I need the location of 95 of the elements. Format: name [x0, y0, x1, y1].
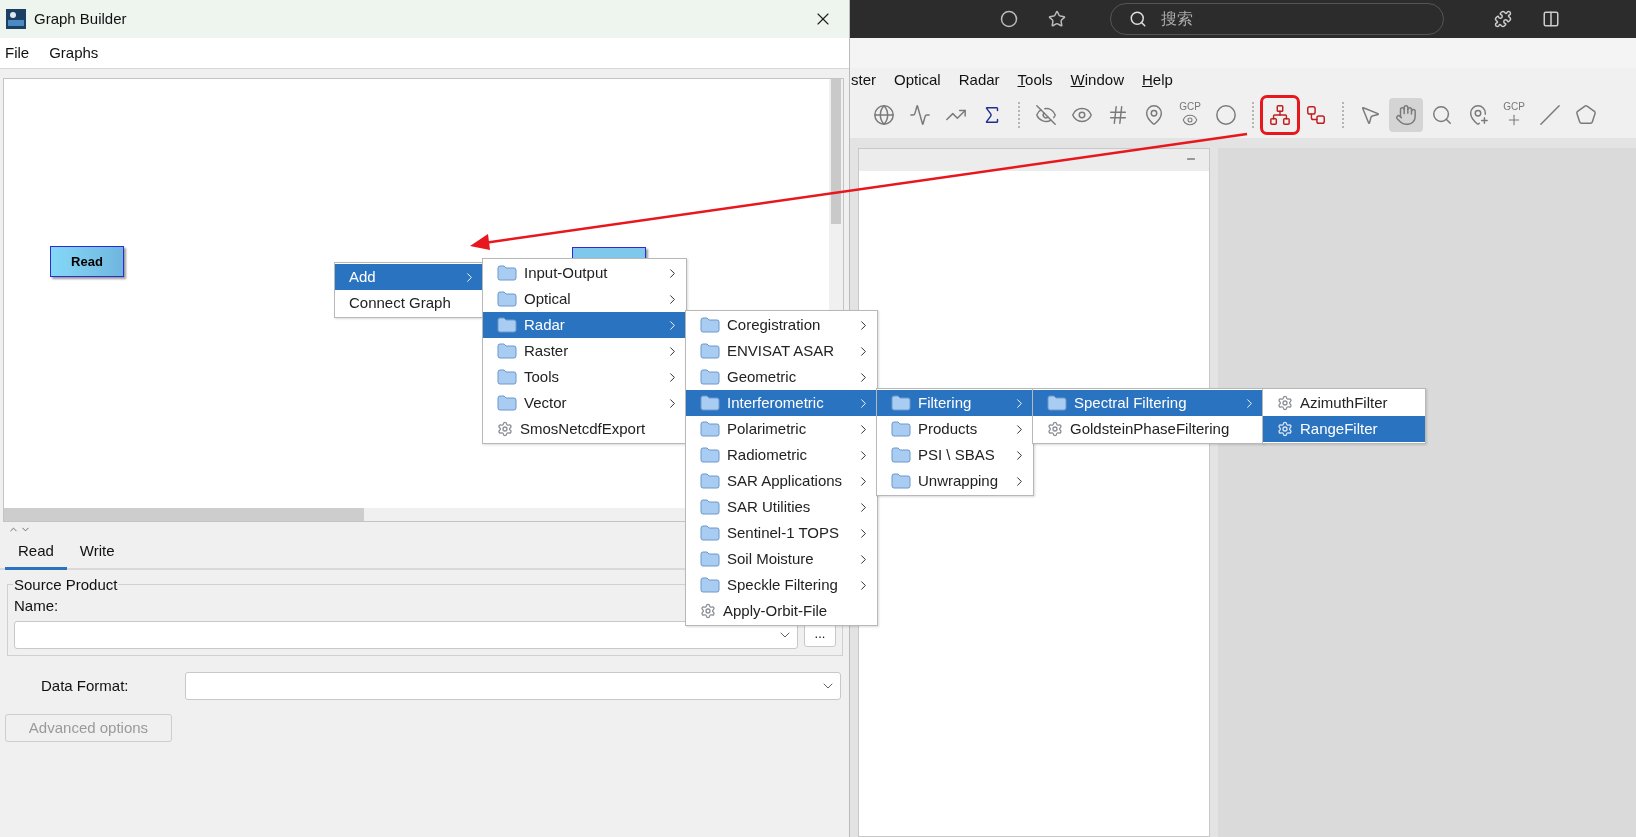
- menu-item[interactable]: ENVISAT ASAR: [686, 338, 877, 364]
- grid-icon: [1107, 104, 1129, 126]
- hand-icon: [1395, 104, 1417, 126]
- workflow-icon: [1305, 104, 1327, 126]
- pin-icon: [1143, 104, 1165, 126]
- menu-item[interactable]: Radar: [483, 312, 686, 338]
- pin-add-icon: [1467, 104, 1489, 126]
- menu-item[interactable]: Add: [335, 264, 483, 290]
- menu-item[interactable]: Spectral Filtering: [1033, 390, 1263, 416]
- menu-item[interactable]: Apply-Orbit-File: [686, 598, 877, 624]
- menu-item[interactable]: SAR Applications: [686, 468, 877, 494]
- line-icon: [1539, 104, 1561, 126]
- folder-icon: [891, 395, 911, 411]
- menu-item[interactable]: Filtering: [877, 390, 1033, 416]
- eye-off-icon: [1035, 104, 1057, 126]
- menu-title[interactable]: Tools: [1017, 68, 1053, 92]
- folder-icon: [700, 317, 720, 333]
- folder-icon: [700, 447, 720, 463]
- graph-node[interactable]: Read: [50, 246, 124, 277]
- folder-icon: [497, 343, 517, 359]
- menu-item[interactable]: Radiometric: [686, 442, 877, 468]
- folder-icon: [497, 395, 517, 411]
- menu-item[interactable]: Input-Output: [483, 260, 686, 286]
- menu-title[interactable]: Graphs: [49, 41, 99, 65]
- menu-title[interactable]: Help: [1141, 68, 1173, 92]
- menu-item[interactable]: Soil Moisture: [686, 546, 877, 572]
- menu-item[interactable]: Raster: [483, 338, 686, 364]
- folder-icon: [497, 291, 517, 307]
- menu-item[interactable]: Coregistration: [686, 312, 877, 338]
- folder-icon: [891, 421, 911, 437]
- field-label: Name:: [14, 597, 59, 615]
- menu-item[interactable]: RangeFilter: [1263, 416, 1425, 442]
- menu-title[interactable]: Optical: [894, 68, 941, 92]
- tab[interactable]: Read: [5, 536, 67, 570]
- folder-icon: [700, 499, 720, 515]
- folder-icon: [891, 473, 911, 489]
- menu-item[interactable]: Products: [877, 416, 1033, 442]
- menu-item[interactable]: Geometric: [686, 364, 877, 390]
- menu-title[interactable]: File: [5, 41, 30, 65]
- folder-icon: [700, 395, 720, 411]
- menu-item[interactable]: SmosNetcdfExport: [483, 416, 686, 442]
- menu-item[interactable]: PSI \ SBAS: [877, 442, 1033, 468]
- menu-item[interactable]: AzimuthFilter: [1263, 390, 1425, 416]
- menu-title[interactable]: Window: [1070, 68, 1124, 92]
- menu-title[interactable]: ster: [851, 68, 876, 92]
- toolbar-button[interactable]: GCP: [1173, 98, 1207, 132]
- folder-icon: [700, 525, 720, 541]
- eye-icon: [1182, 112, 1198, 128]
- field-label: Data Format:: [40, 675, 130, 696]
- folder-icon: [700, 577, 720, 593]
- app-logo: [6, 9, 26, 29]
- tab[interactable]: Write: [66, 536, 128, 570]
- circle-icon: [1000, 10, 1018, 28]
- folder-icon: [700, 343, 720, 359]
- folder-icon: [891, 447, 911, 463]
- pointer-icon: [1359, 104, 1381, 126]
- gear-icon: [700, 603, 716, 619]
- folder-icon: [700, 473, 720, 489]
- menu-item[interactable]: Sentinel-1 TOPS: [686, 520, 877, 546]
- gear-icon: [1277, 421, 1293, 437]
- menu-item[interactable]: Vector: [483, 390, 686, 416]
- folder-icon: [497, 369, 517, 385]
- menu-item[interactable]: Optical: [483, 286, 686, 312]
- folder-icon: [497, 265, 517, 281]
- gear-icon: [497, 421, 513, 437]
- menu-title[interactable]: Radar: [958, 68, 1000, 92]
- menu-item[interactable]: Unwrapping: [877, 468, 1033, 494]
- menu-item[interactable]: Interferometric: [686, 390, 877, 416]
- menu-item[interactable]: GoldsteinPhaseFiltering: [1033, 416, 1263, 442]
- plus-icon: [1506, 112, 1522, 128]
- gear-icon: [1277, 395, 1293, 411]
- search-icon: [1129, 10, 1147, 28]
- star-icon: [1048, 10, 1066, 28]
- menu-item[interactable]: Connect Graph: [335, 290, 483, 316]
- graph-icon: [1269, 104, 1291, 126]
- zoom-icon: [1431, 104, 1453, 126]
- folder-icon: [700, 369, 720, 385]
- puzzle-icon: [1494, 10, 1512, 28]
- folder-icon: [700, 551, 720, 567]
- polygon-icon: [1575, 104, 1597, 126]
- folder-icon: [497, 317, 517, 333]
- folder-icon: [700, 421, 720, 437]
- toolbar-button[interactable]: [1263, 98, 1297, 132]
- columns-icon: [1542, 10, 1560, 28]
- gear-icon: [1047, 421, 1063, 437]
- menu-item[interactable]: Tools: [483, 364, 686, 390]
- globe-icon: [873, 104, 895, 126]
- circle-icon: [1215, 104, 1237, 126]
- menu-item[interactable]: SAR Utilities: [686, 494, 877, 520]
- spectrum-icon: [909, 104, 931, 126]
- window-title: Graph Builder: [34, 8, 128, 29]
- folder-icon: [1047, 395, 1067, 411]
- menu-item[interactable]: Speckle Filtering: [686, 572, 877, 598]
- menu-item[interactable]: Polarimetric: [686, 416, 877, 442]
- toolbar-button[interactable]: GCP: [1497, 98, 1531, 132]
